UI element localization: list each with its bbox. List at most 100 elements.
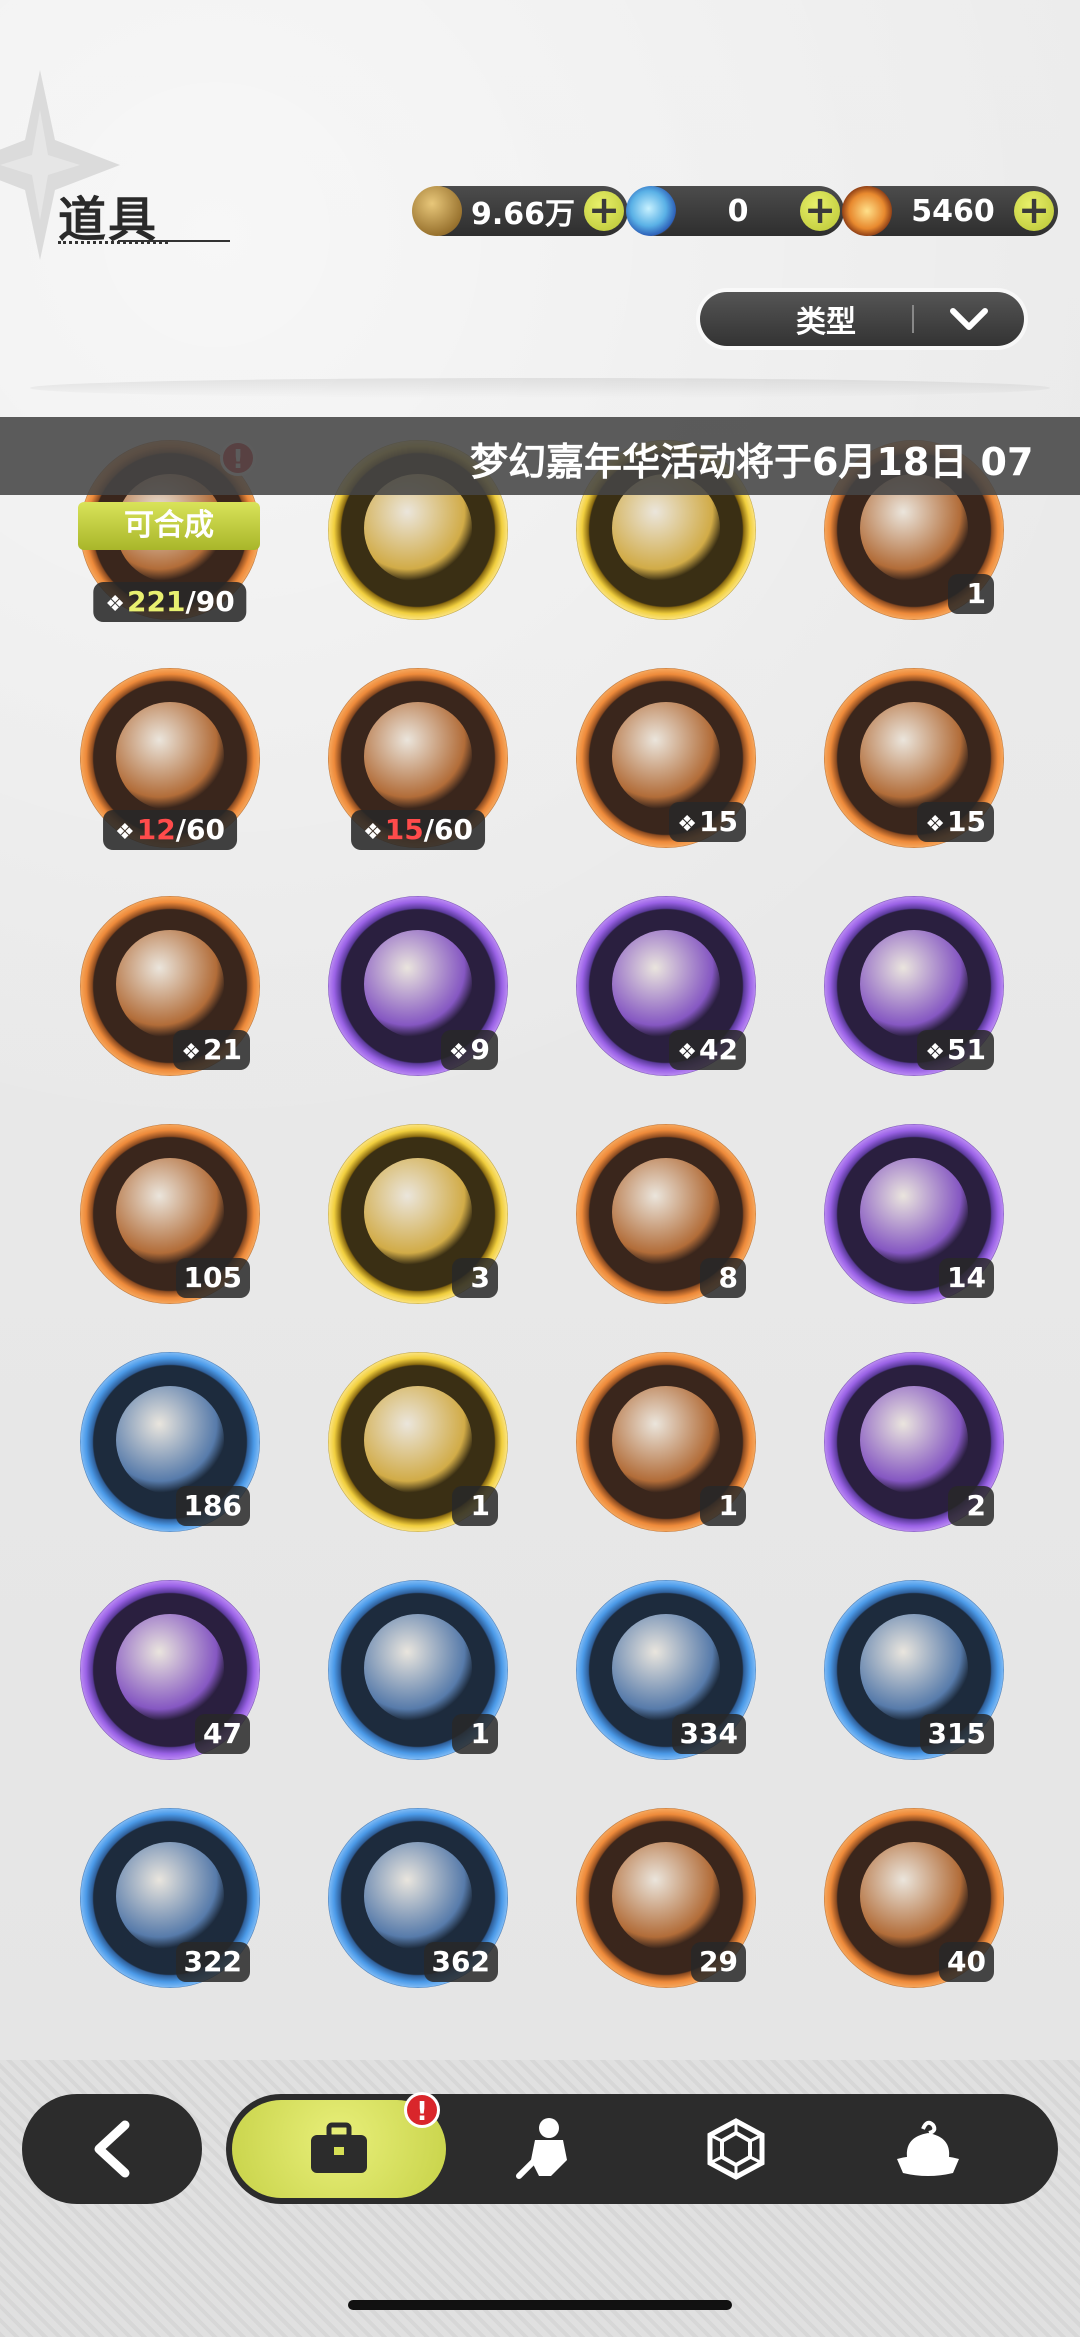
item-count: 105 (175, 1258, 250, 1298)
currency-gold: 9.66万 + (412, 186, 628, 236)
rune-card-icon (612, 1386, 720, 1494)
fragment-need: /90 (185, 585, 235, 618)
blue-character-card-icon (116, 1386, 224, 1494)
birthday-cake-icon (364, 1386, 472, 1494)
fragment-count-value: 15 (699, 805, 738, 838)
inventory-item[interactable]: 322 (80, 1808, 260, 1988)
inventory-item[interactable]: ❖51 (824, 896, 1004, 1076)
fragment-have: 221 (127, 585, 186, 618)
inventory-item[interactable]: ❖15 (824, 668, 1004, 848)
brown-bear-plush-icon (116, 702, 224, 810)
fragment-need: /60 (175, 813, 225, 846)
back-button[interactable] (22, 2094, 202, 2204)
fragment-need: /60 (423, 813, 473, 846)
frog-plush-icon (364, 930, 472, 1038)
letter-envelope-icon (364, 1614, 472, 1722)
inventory-item[interactable]: 105 (80, 1124, 260, 1304)
gold-coin-icon (412, 186, 462, 236)
dark-bear-plush-icon (860, 702, 968, 810)
puzzle-piece-icon: ❖ (448, 1040, 469, 1065)
tab-bag[interactable]: ! (232, 2092, 446, 2198)
inventory-item[interactable]: ❖21 (80, 896, 260, 1076)
add-crystal-button[interactable]: + (800, 191, 840, 231)
item-count: 315 (919, 1714, 994, 1754)
puzzle-piece-icon: ❖ (105, 592, 126, 617)
inventory-item[interactable]: ❖15 (576, 668, 756, 848)
inventory-item[interactable]: 2 (824, 1352, 1004, 1532)
fragment-progress: ❖12/60 (103, 810, 237, 850)
item-count: 1 (948, 574, 994, 614)
bag-alert-badge: ! (404, 2092, 440, 2128)
fighter-icon (516, 2118, 567, 2179)
fragment-count: ❖15 (917, 802, 994, 842)
tab-gem[interactable] (646, 2094, 826, 2204)
inventory-item[interactable]: 29 (576, 1808, 756, 1988)
inventory-item[interactable]: ❖15/60 (328, 668, 508, 850)
yellow-chick-plush-icon (860, 930, 968, 1038)
announcement-marquee: 梦幻嘉年华活动将于6月18日 07 (0, 417, 1080, 495)
inventory-item[interactable]: 14 (824, 1124, 1004, 1304)
fragment-count: ❖21 (173, 1030, 250, 1070)
purple-character-card-icon (860, 1158, 968, 1266)
inventory-item[interactable]: 8 (576, 1124, 756, 1304)
fragment-count-value: 9 (470, 1033, 490, 1066)
peach-fruit-icon (116, 1614, 224, 1722)
item-count: 29 (691, 1942, 746, 1982)
fragment-progress: ❖221/90 (93, 582, 247, 622)
inventory-item[interactable]: 362 (328, 1808, 508, 1988)
inventory-item[interactable]: 47 (80, 1580, 260, 1760)
currency-gem-value: 5460 (911, 193, 995, 229)
inventory-item[interactable]: 1 (328, 1580, 508, 1760)
hammer-icon (364, 1842, 472, 1950)
inventory-item[interactable]: 3 (328, 1124, 508, 1304)
tab-pudding[interactable] (838, 2094, 1018, 2204)
fragment-count-value: 51 (947, 1033, 986, 1066)
fragment-progress: ❖15/60 (351, 810, 485, 850)
inventory-item[interactable]: ❖9 (328, 896, 508, 1076)
purple-mouse-plush-icon (116, 930, 224, 1038)
item-count: 14 (939, 1258, 994, 1298)
currency-gem: 5460 + (842, 186, 1058, 236)
puzzle-piece-icon: ❖ (677, 812, 698, 837)
header-divider (30, 378, 1050, 398)
inventory-item[interactable]: ❖42 (576, 896, 756, 1076)
puzzle-piece-icon: ❖ (677, 1040, 698, 1065)
bottom-nav: ! (226, 2092, 1058, 2204)
fragment-have: 12 (136, 813, 176, 846)
fragment-count: ❖42 (669, 1030, 746, 1070)
inventory-item[interactable]: ❖12/60 (80, 668, 260, 850)
star-crystal-icon (116, 1158, 224, 1266)
currency-gold-value: 9.66万 (470, 197, 576, 232)
ruby-heart-icon (612, 1842, 720, 1950)
home-indicator (348, 2300, 732, 2310)
knight-plush-icon (364, 702, 472, 810)
fragment-count: ❖51 (917, 1030, 994, 1070)
type-filter-dropdown[interactable]: 类型 (700, 292, 1024, 346)
fragment-count-value: 21 (203, 1033, 242, 1066)
item-count: 3 (452, 1258, 498, 1298)
inventory-item[interactable]: 40 (824, 1808, 1004, 1988)
inventory-item[interactable]: 315 (824, 1580, 1004, 1760)
type-filter-label: 类型 (796, 305, 856, 340)
tab-fighter[interactable] (456, 2094, 636, 2204)
fragment-count-value: 42 (699, 1033, 738, 1066)
item-count: 1 (700, 1486, 746, 1526)
inventory-item[interactable]: 186 (80, 1352, 260, 1532)
inventory-item[interactable]: 1 (328, 1352, 508, 1532)
puzzle-piece-icon: ❖ (115, 820, 135, 845)
add-gold-button[interactable]: + (584, 191, 624, 231)
puzzle-piece-icon: ❖ (181, 1040, 202, 1065)
item-count: 322 (175, 1942, 250, 1982)
pickaxe-icon (116, 1842, 224, 1950)
inventory-item[interactable]: 334 (576, 1580, 756, 1760)
title-underline (58, 240, 230, 244)
chevron-down-icon (914, 307, 1024, 331)
fragment-count-value: 15 (947, 805, 986, 838)
white-plush-icon (612, 702, 720, 810)
hexagon-gem-icon (707, 2118, 765, 2180)
item-count: 8 (700, 1258, 746, 1298)
pudding-icon (897, 2120, 959, 2176)
back-chevron-icon (94, 2120, 130, 2178)
add-gem-button[interactable]: + (1014, 191, 1054, 231)
inventory-item[interactable]: 1 (576, 1352, 756, 1532)
